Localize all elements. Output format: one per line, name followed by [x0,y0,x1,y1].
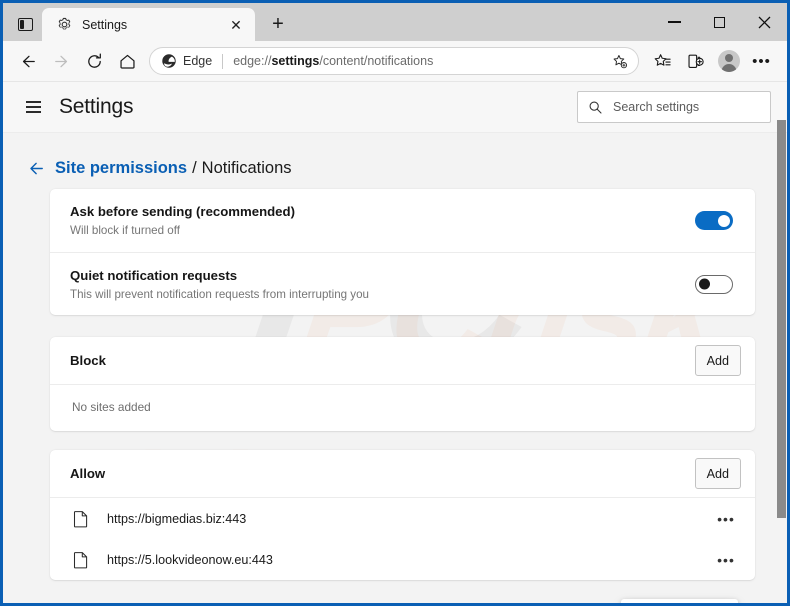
block-add-button[interactable]: Add [694,345,741,376]
setting-label: Ask before sending (recommended) [70,204,295,219]
site-context-menu: Block Edit [621,599,738,603]
omnibox-divider [222,53,224,69]
home-icon[interactable] [111,46,144,76]
edge-brand-badge: Edge [161,53,212,69]
breadcrumb-parent-link[interactable]: Site permissions [55,159,187,178]
notification-toggles-card: Ask before sending (recommended) Will bl… [50,189,755,315]
allow-section-title: Allow [70,466,106,481]
title-bar: Settings ✕ + [3,3,787,41]
search-input[interactable] [613,100,760,114]
new-tab-button[interactable]: + [262,9,294,39]
search-icon [588,100,603,115]
browser-toolbar: Edge edge://settings/content/notificatio… [3,41,787,82]
allow-site-url: https://bigmedias.biz:443 [107,511,247,526]
tab-strip: Settings ✕ + [3,3,294,41]
close-icon[interactable]: ✕ [225,14,247,36]
hamburger-menu-icon[interactable] [21,94,47,120]
tab-title: Settings [82,17,128,32]
favorites-list-icon[interactable] [646,46,679,76]
block-list-header: Block Add [50,337,755,385]
block-section-title: Block [70,353,106,368]
allow-list-header: Allow Add [50,450,755,498]
close-window-button[interactable] [742,3,787,41]
url-suffix: /content/notifications [319,54,434,68]
search-settings-box[interactable] [577,91,771,123]
more-dots: ••• [752,52,771,70]
page-scrollbar[interactable] [776,120,787,603]
breadcrumb-back-arrow-icon[interactable] [22,154,50,182]
browser-more-menu-icon[interactable]: ••• [745,46,778,76]
setting-row-quiet-notification-requests: Quiet notification requests This will pr… [50,252,755,315]
setting-sublabel: Will block if turned off [70,224,180,237]
allow-list-card: Allow Add https://bigmedias.biz:443 ••• [50,450,755,580]
allow-site-more-menu-icon[interactable]: ••• [713,506,739,532]
setting-row-ask-before-sending: Ask before sending (recommended) Will bl… [50,189,755,252]
settings-content: Site permissions / Notifications Ask bef… [3,133,787,603]
allow-add-button[interactable]: Add [694,458,741,489]
window-controls [652,3,787,41]
toggle-ask-before-sending[interactable] [695,211,733,230]
url-prefix: edge:// [233,54,272,68]
allow-site-more-menu-icon[interactable]: ••• [713,547,739,573]
forward-arrow-icon [45,46,78,76]
settings-header: Settings [3,82,787,133]
browser-tab-settings[interactable]: Settings ✕ [42,8,255,41]
allow-site-row: https://bigmedias.biz:443 ••• [50,498,755,539]
page-title: Settings [59,95,134,118]
add-favorite-star-icon[interactable] [606,49,632,73]
breadcrumb-current: Notifications [201,158,292,177]
block-empty-message: No sites added [72,400,151,414]
breadcrumb-separator: / [192,158,197,177]
allow-site-url: https://5.lookvideonow.eu:443 [107,552,273,567]
allow-site-row: https://5.lookvideonow.eu:443 ••• [50,539,755,580]
scrollbar-thumb[interactable] [777,120,786,518]
gear-icon [56,16,73,33]
setting-label: Quiet notification requests [70,267,238,283]
block-list-card: Block Add No sites added [50,337,755,431]
breadcrumb: Site permissions / Notifications [3,133,787,183]
address-bar[interactable]: Edge edge://settings/content/notificatio… [149,47,639,75]
setting-text: Quiet notification requests This will pr… [70,268,695,301]
settings-page: PC PCrisk risk.com Settings [3,82,787,603]
maximize-button[interactable] [697,3,742,41]
tab-search-icon[interactable] [8,9,42,39]
edge-logo-icon [161,53,177,69]
page-icon [73,551,91,569]
toggle-quiet-notification-requests[interactable] [695,274,733,294]
back-arrow-icon[interactable] [12,46,45,76]
url-highlight: settings [271,54,320,68]
edge-badge-label: Edge [183,54,213,68]
page-icon [73,510,91,528]
avatar [717,50,740,72]
collections-icon[interactable] [679,46,712,76]
browser-window: Settings ✕ + Edge edge://settings/conten… [0,0,790,606]
minimize-button[interactable] [652,3,697,41]
address-bar-url: edge://settings/content/notifications [233,54,606,68]
profile-avatar-icon[interactable] [712,46,745,76]
setting-text: Ask before sending (recommended) Will bl… [70,204,695,237]
setting-sublabel: This will prevent notification requests … [70,287,369,301]
refresh-icon[interactable] [78,46,111,76]
